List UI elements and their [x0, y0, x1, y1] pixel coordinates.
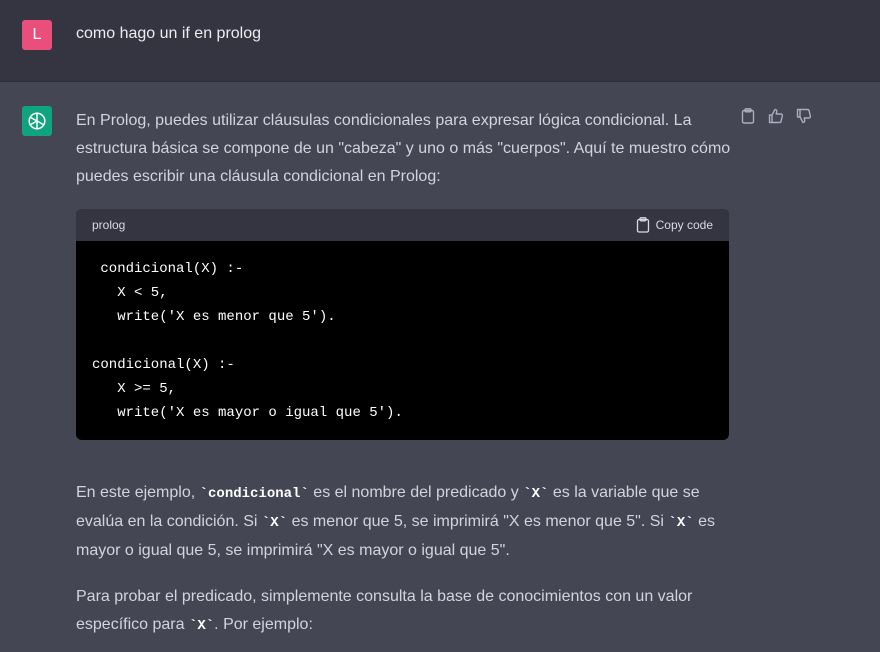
- inline-code: `X`: [188, 618, 215, 634]
- usage-paragraph: Para probar el predicado, simplemente co…: [76, 583, 736, 640]
- thumbs-up-icon: [768, 108, 784, 124]
- user-avatar: L: [22, 20, 52, 50]
- user-message-text: como hago un if en prolog: [76, 25, 262, 42]
- inline-code: `X`: [523, 486, 549, 502]
- user-avatar-letter: L: [32, 26, 42, 43]
- inline-code: `condicional`: [199, 486, 309, 502]
- openai-logo-icon: [28, 112, 46, 130]
- thumbs-down-icon: [796, 108, 812, 124]
- thumbs-down-button[interactable]: [796, 108, 812, 124]
- copy-code-button[interactable]: Copy code: [636, 217, 713, 233]
- assistant-avatar: [22, 106, 52, 136]
- explanation-text: es menor que 5, se imprimirá "X es menor…: [287, 513, 669, 530]
- thumbs-up-button[interactable]: [768, 108, 784, 124]
- usage-text: . Por ejemplo:: [214, 616, 313, 633]
- usage-text: Para probar el predicado, simplemente co…: [76, 588, 693, 633]
- assistant-intro: En Prolog, puedes utilizar cláusulas con…: [76, 107, 736, 191]
- code-language-label: prolog: [92, 218, 126, 232]
- message-actions: [740, 108, 812, 124]
- code-block-header: prolog Copy code: [76, 209, 729, 241]
- explanation-text: es el nombre del predicado y: [308, 484, 524, 501]
- clipboard-icon: [636, 217, 649, 233]
- code-content: condicional(X) :- X < 5, write('X es men…: [92, 261, 403, 421]
- user-message-row: L como hago un if en prolog: [0, 0, 880, 82]
- inline-code: `X`: [668, 515, 694, 531]
- explanation-text: En este ejemplo,: [76, 484, 200, 501]
- explanation-paragraph: En este ejemplo, `condicional` es el nom…: [76, 479, 736, 565]
- assistant-intro-text: En Prolog, puedes utilizar cláusulas con…: [76, 112, 731, 185]
- copy-message-button[interactable]: [740, 108, 756, 124]
- clipboard-icon: [741, 108, 755, 124]
- inline-code: `X`: [261, 515, 288, 531]
- code-block: prolog Copy code condicional(X) :- X < 5…: [76, 209, 729, 440]
- copy-code-label: Copy code: [655, 218, 713, 232]
